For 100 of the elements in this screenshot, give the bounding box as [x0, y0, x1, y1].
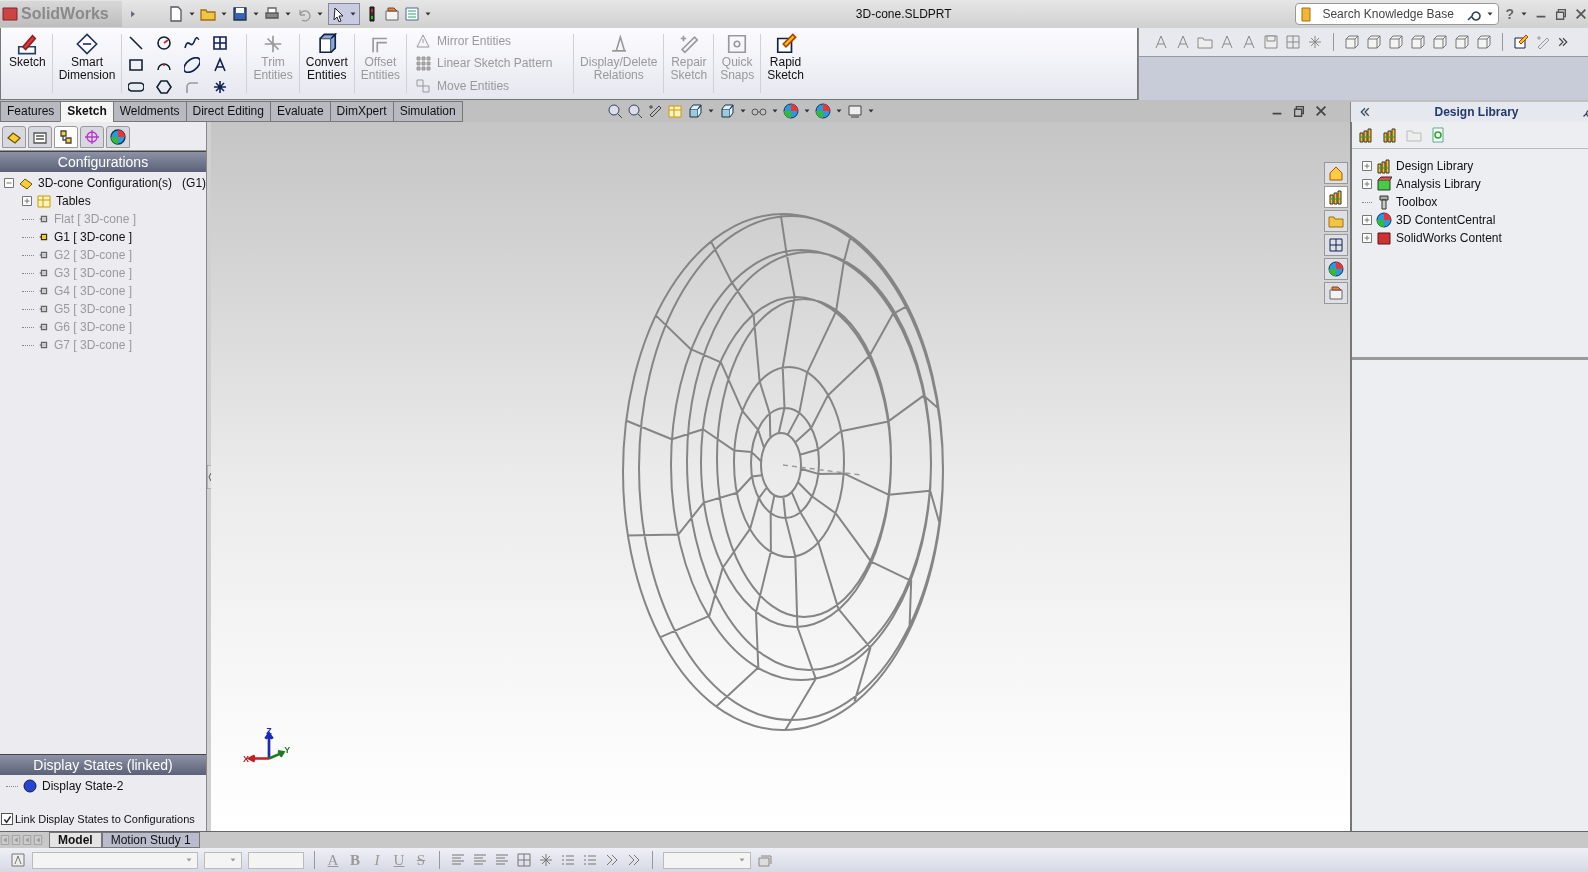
point-icon[interactable] [212, 79, 229, 95]
circle-icon[interactable] [156, 35, 173, 51]
cube-view-icon[interactable] [1476, 34, 1492, 50]
spline-icon[interactable] [184, 35, 201, 51]
caret-icon[interactable] [738, 107, 747, 115]
sketch-pencil-icon[interactable] [1513, 34, 1529, 50]
task-pane-tab[interactable] [1324, 234, 1348, 256]
increase-indent-icon[interactable] [626, 852, 642, 868]
caret-icon[interactable] [316, 10, 324, 18]
caret-icon[interactable] [706, 107, 715, 115]
caret-icon[interactable] [284, 10, 292, 18]
cube-view-icon[interactable] [1432, 34, 1448, 50]
save-icon[interactable] [232, 6, 248, 22]
collapse-icon[interactable] [4, 178, 14, 188]
add-library-icon[interactable] [1358, 127, 1374, 143]
collapse-icon[interactable] [1359, 106, 1371, 118]
view-settings-icon[interactable] [846, 103, 863, 119]
caret-icon[interactable] [220, 10, 228, 18]
caret-icon[interactable] [1486, 10, 1495, 18]
ribbon-button[interactable]: Convert Entities [301, 30, 352, 97]
tree-item[interactable]: Toolbox [1396, 195, 1438, 209]
caret-icon[interactable] [802, 107, 811, 115]
tree-item[interactable]: Tables [56, 194, 91, 208]
refresh-icon[interactable] [1430, 127, 1446, 143]
panel-tab[interactable] [106, 126, 130, 148]
expand-icon[interactable] [1362, 215, 1372, 225]
new-library-icon[interactable] [1382, 127, 1398, 143]
panel-tab[interactable] [28, 126, 52, 148]
line-icon[interactable] [128, 35, 145, 51]
expand-icon[interactable] [1362, 233, 1372, 243]
tab[interactable]: Motion Study 1 [101, 832, 200, 848]
scene-icon[interactable] [814, 103, 831, 119]
search-field[interactable]: Search Knowledge Base [1295, 3, 1500, 25]
options-icon[interactable] [384, 6, 400, 22]
ribbon-button[interactable]: Sketch [5, 30, 50, 97]
decrease-indent-icon[interactable] [604, 852, 620, 868]
caret-icon[interactable] [424, 10, 432, 18]
help-button[interactable]: ? [1505, 6, 1514, 22]
fit-text-icon[interactable] [516, 852, 532, 868]
caret-icon[interactable] [1520, 10, 1528, 18]
grid-icon[interactable] [212, 35, 229, 51]
close-icon[interactable] [1314, 104, 1328, 118]
checklist-icon[interactable] [404, 6, 420, 22]
task-pane-tab[interactable] [1324, 282, 1348, 304]
restore-icon[interactable] [1554, 7, 1568, 21]
cube-view-icon[interactable] [1410, 34, 1426, 50]
toolbar-icon[interactable] [1153, 34, 1169, 50]
toolbar-icon[interactable] [1175, 34, 1191, 50]
tab[interactable]: Weldments [112, 101, 187, 122]
tab[interactable]: DimXpert [329, 101, 394, 122]
caret-icon[interactable] [770, 107, 779, 115]
tree-item[interactable]: G1 [ 3D-cone ] [54, 230, 133, 244]
printer-icon[interactable] [264, 6, 280, 22]
expand-icon[interactable] [1362, 161, 1372, 171]
tree-item[interactable]: Design Library [1396, 159, 1474, 173]
ribbon-button[interactable]: Rapid Sketch [763, 30, 808, 97]
tab[interactable]: Evaluate [269, 101, 331, 122]
expand-icon[interactable] [22, 196, 32, 206]
panel-tab[interactable] [54, 126, 78, 148]
new-document-icon[interactable] [168, 6, 184, 22]
caret-icon[interactable] [252, 10, 260, 18]
cube-view-icon[interactable] [1344, 34, 1360, 50]
close-icon[interactable] [1574, 7, 1588, 21]
toolbar-icon[interactable] [1219, 34, 1235, 50]
checkbox[interactable] [1, 813, 13, 825]
rectangle-icon[interactable] [128, 57, 145, 73]
view-orientation-icon[interactable] [686, 103, 703, 119]
tab[interactable]: Sketch [60, 101, 114, 122]
task-pane-tab[interactable] [1324, 162, 1348, 184]
cube-view-icon[interactable] [1454, 34, 1470, 50]
select-button[interactable] [328, 3, 360, 25]
zoom-area-icon[interactable] [626, 103, 643, 119]
ribbon-button[interactable]: Smart Dimension [54, 30, 120, 97]
cube-view-icon[interactable] [1366, 34, 1382, 50]
input-field[interactable] [248, 851, 304, 869]
more-icon[interactable] [1557, 36, 1569, 48]
toolbar-icon[interactable] [1241, 34, 1257, 50]
panel-tab[interactable] [2, 126, 26, 148]
tree-item[interactable]: SolidWorks Content [1396, 231, 1502, 245]
caret-icon[interactable] [866, 107, 875, 115]
tab[interactable]: Features [0, 101, 62, 122]
tree-item[interactable]: 3D-cone Configuration(s) [38, 176, 173, 190]
text-style-icon[interactable] [10, 852, 26, 868]
toolbar-icon[interactable] [1307, 34, 1323, 50]
tab[interactable]: Simulation [392, 101, 463, 122]
polygon-icon[interactable] [156, 79, 173, 95]
task-pane-tab[interactable] [1324, 258, 1348, 280]
cube-view-icon[interactable] [1388, 34, 1404, 50]
tree-item[interactable]: Analysis Library [1396, 177, 1481, 191]
zoom-icon[interactable] [606, 103, 623, 119]
text-icon[interactable] [212, 57, 229, 73]
caret-icon[interactable] [834, 107, 843, 115]
repair-icon[interactable] [1535, 34, 1551, 50]
display-state-item[interactable]: Display State-2 [42, 779, 124, 793]
appearance-icon[interactable] [782, 103, 799, 119]
task-pane-tab[interactable] [1324, 186, 1348, 208]
display-style-icon[interactable] [718, 103, 735, 119]
panel-tab[interactable] [80, 126, 104, 148]
tab[interactable]: Direct Editing [185, 101, 271, 122]
stack-icon[interactable] [538, 852, 554, 868]
